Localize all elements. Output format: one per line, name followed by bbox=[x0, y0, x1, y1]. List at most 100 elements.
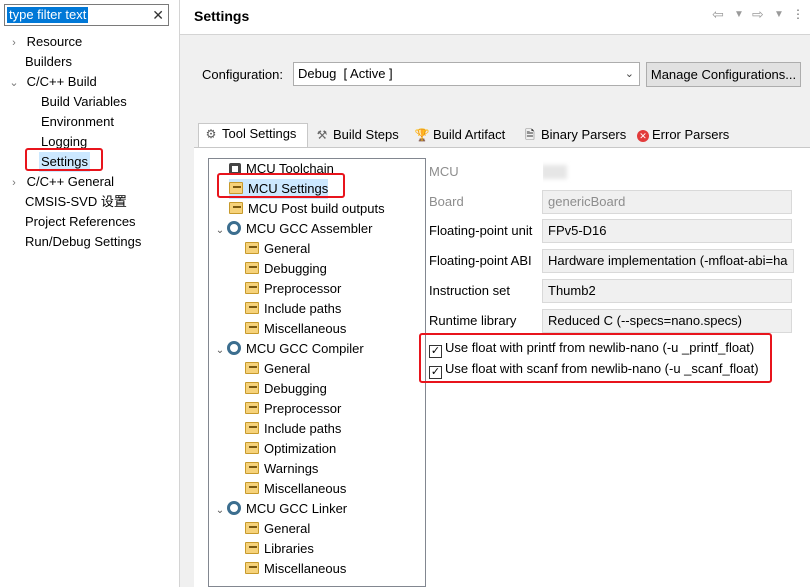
chevron-down-icon[interactable]: ⌄ bbox=[8, 73, 20, 93]
nav-item-label: Project References bbox=[25, 214, 136, 229]
tree-item-cc-general[interactable]: General bbox=[245, 359, 310, 379]
tab-error-parsers[interactable]: ✕ Error Parsers bbox=[633, 125, 743, 147]
tool-settings-tree[interactable]: MCU Toolchain MCU Settings MCU Post buil… bbox=[208, 158, 426, 587]
gear-icon bbox=[227, 501, 241, 515]
chevron-down-icon[interactable]: ⌄ bbox=[213, 221, 227, 241]
fpu-field[interactable]: FPv5-D16 bbox=[542, 219, 792, 243]
forward-menu-icon[interactable]: ▼ bbox=[774, 9, 784, 20]
highlight-mcu-settings bbox=[217, 173, 345, 198]
nav-item-label: C/C++ General bbox=[26, 174, 115, 189]
highlight-float-options bbox=[419, 333, 772, 383]
instruction-set-label: Instruction set bbox=[429, 283, 510, 298]
runtime-library-label: Runtime library bbox=[429, 313, 517, 328]
tree-item-asm-misc[interactable]: Miscellaneous bbox=[245, 319, 346, 339]
back-menu-icon[interactable]: ▼ bbox=[734, 9, 744, 20]
tree-item-asm-debugging[interactable]: Debugging bbox=[245, 259, 327, 279]
left-nav-panel: type filter text ✕ › Resource Builders ⌄… bbox=[0, 0, 179, 587]
board-label: Board bbox=[429, 194, 464, 209]
manage-configurations-button[interactable]: Manage Configurations... bbox=[646, 62, 801, 87]
tree-item-assembler[interactable]: ⌄ MCU GCC Assembler bbox=[213, 219, 372, 241]
tree-item-asm-preprocessor[interactable]: Preprocessor bbox=[245, 279, 341, 299]
chevron-right-icon[interactable]: › bbox=[8, 173, 20, 193]
tree-item-label: Miscellaneous bbox=[264, 481, 347, 496]
tree-item-label: Debugging bbox=[264, 381, 327, 396]
tree-item-linker[interactable]: ⌄ MCU GCC Linker bbox=[213, 499, 347, 521]
folder-icon bbox=[245, 382, 259, 394]
tree-item-cc-optimization[interactable]: Optimization bbox=[245, 439, 336, 459]
folder-icon bbox=[245, 482, 259, 494]
tab-build-steps[interactable]: ⚒ Build Steps bbox=[310, 125, 408, 147]
chevron-down-icon[interactable]: ⌄ bbox=[213, 341, 227, 361]
tab-label: Build Artifact bbox=[433, 127, 506, 142]
tree-item-ld-general[interactable]: General bbox=[245, 519, 310, 539]
tree-item-cc-preprocessor[interactable]: Preprocessor bbox=[245, 399, 341, 419]
folder-icon bbox=[245, 242, 259, 254]
nav-item-resource[interactable]: › Resource bbox=[8, 32, 82, 53]
tree-item-post-build[interactable]: MCU Post build outputs bbox=[229, 199, 385, 219]
configuration-label: Configuration: bbox=[202, 67, 283, 82]
instruction-set-field[interactable]: Thumb2 bbox=[542, 279, 792, 303]
page-title: Settings bbox=[194, 8, 250, 24]
tree-item-label: Optimization bbox=[264, 441, 337, 456]
configuration-select[interactable]: Debug [ Active ] ⌄ bbox=[293, 62, 640, 86]
tree-item-cc-debugging[interactable]: Debugging bbox=[245, 379, 327, 399]
tree-item-label: General bbox=[264, 361, 311, 376]
tree-item-compiler[interactable]: ⌄ MCU GCC Compiler bbox=[213, 339, 364, 361]
error-parsers-icon: ✕ bbox=[637, 130, 649, 142]
back-arrow-icon[interactable]: ⇦ bbox=[712, 6, 724, 23]
tree-item-label: Warnings bbox=[264, 461, 319, 476]
chevron-right-icon[interactable]: › bbox=[8, 33, 20, 53]
tree-item-ld-misc[interactable]: Miscellaneous bbox=[245, 559, 346, 579]
float-abi-field[interactable]: Hardware implementation (-mfloat-abi=ha bbox=[542, 249, 794, 273]
mcu-field[interactable] bbox=[542, 160, 792, 184]
tab-binary-parsers[interactable]: 🗎 Binary Parsers bbox=[518, 125, 626, 147]
runtime-library-field[interactable]: Reduced C (--specs=nano.specs) bbox=[542, 309, 792, 333]
nav-item-label: Environment bbox=[41, 114, 114, 129]
nav-item-cpp-general[interactable]: › C/C++ General bbox=[8, 172, 114, 193]
filter-input-text: type filter text bbox=[7, 7, 89, 23]
mcu-blurred bbox=[543, 165, 567, 179]
tree-item-label: MCU Post build outputs bbox=[248, 201, 385, 216]
mcu-label: MCU bbox=[429, 164, 459, 179]
view-menu-icon[interactable]: ⋮ bbox=[792, 7, 804, 21]
tree-item-label: Include paths bbox=[264, 421, 342, 436]
folder-icon bbox=[245, 462, 259, 474]
nav-item-label: CMSIS-SVD 设置 bbox=[25, 194, 127, 209]
tree-item-asm-general[interactable]: General bbox=[245, 239, 310, 259]
nav-item-run-debug[interactable]: Run/Debug Settings bbox=[25, 232, 141, 252]
tree-item-cc-include-paths[interactable]: Include paths bbox=[245, 419, 341, 439]
filter-input[interactable]: type filter text ✕ bbox=[4, 4, 169, 26]
tree-item-label: Preprocessor bbox=[264, 401, 342, 416]
folder-icon bbox=[229, 202, 243, 214]
build-artifact-icon: 🏆 bbox=[414, 128, 430, 142]
folder-icon bbox=[245, 322, 259, 334]
tree-item-cc-misc[interactable]: Miscellaneous bbox=[245, 479, 346, 499]
nav-item-cpp-build[interactable]: ⌄ C/C++ Build bbox=[8, 72, 96, 93]
header-separator bbox=[180, 34, 810, 35]
tab-label: Tool Settings bbox=[222, 126, 297, 141]
chevron-down-icon[interactable]: ⌄ bbox=[213, 501, 227, 521]
forward-arrow-icon[interactable]: ⇨ bbox=[752, 6, 764, 23]
tree-item-cc-warnings[interactable]: Warnings bbox=[245, 459, 318, 479]
nav-item-project-references[interactable]: Project References bbox=[25, 212, 136, 232]
nav-item-cmsis-svd[interactable]: CMSIS-SVD 设置 bbox=[25, 192, 127, 212]
folder-icon bbox=[245, 302, 259, 314]
folder-icon bbox=[245, 542, 259, 554]
tab-label: Build Steps bbox=[333, 127, 399, 142]
board-field[interactable]: genericBoard bbox=[542, 190, 792, 214]
tree-item-label: Miscellaneous bbox=[264, 561, 347, 576]
folder-icon bbox=[245, 262, 259, 274]
nav-item-builders[interactable]: Builders bbox=[25, 52, 72, 72]
nav-item-environment[interactable]: Environment bbox=[41, 112, 114, 132]
nav-item-build-variables[interactable]: Build Variables bbox=[41, 92, 127, 112]
tab-build-artifact[interactable]: 🏆 Build Artifact bbox=[410, 125, 514, 147]
gear-icon bbox=[227, 341, 241, 355]
chevron-down-icon: ⌄ bbox=[624, 68, 634, 80]
tab-label: Error Parsers bbox=[652, 127, 730, 142]
tree-item-asm-include-paths[interactable]: Include paths bbox=[245, 299, 341, 319]
nav-item-label: Build Variables bbox=[41, 94, 127, 109]
clear-filter-icon[interactable]: ✕ bbox=[152, 6, 164, 24]
tab-tool-settings[interactable]: ⚙ Tool Settings bbox=[198, 123, 308, 147]
tree-item-ld-libraries[interactable]: Libraries bbox=[245, 539, 314, 559]
configuration-value: Debug [ Active ] bbox=[298, 66, 393, 81]
